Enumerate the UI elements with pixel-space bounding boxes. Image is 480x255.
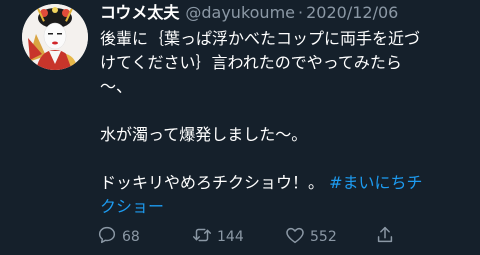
like-count: 552	[310, 229, 337, 245]
tweet-header: コウメ太夫 @dayukoume · 2020/12/06	[100, 2, 398, 24]
retweet-button[interactable]: 144	[191, 225, 244, 249]
share-button[interactable]	[374, 225, 396, 249]
tweet-actions: 68 144 552	[96, 225, 406, 249]
share-icon	[374, 224, 396, 250]
tweet-text: ドッキリやめろチクショウ！。	[100, 173, 325, 192]
tweet[interactable]: コウメ太夫 @dayukoume · 2020/12/06 後輩に｛葉っぱ浮かべたコッ…	[0, 0, 480, 255]
avatar-image	[22, 4, 88, 70]
tweet-line: けてください｝言われたのでやってみたら	[100, 53, 402, 72]
retweet-count: 144	[217, 229, 244, 245]
hashtag-link[interactable]: #まいにちチ	[329, 173, 422, 192]
retweet-icon	[191, 224, 213, 250]
tweet-line: 後輩に｛葉っぱ浮かべたコップに両手を近づ	[100, 29, 421, 48]
heart-icon	[284, 224, 306, 250]
reply-button[interactable]: 68	[96, 225, 140, 249]
reply-count: 68	[122, 229, 140, 245]
separator-dot: ·	[298, 3, 304, 22]
tweet-body: 後輩に｛葉っぱ浮かべたコップに両手を近づ けてください｝言われたのでやってみたら…	[100, 27, 465, 219]
tweet-line: 水が濁って爆発しました〜。	[100, 125, 308, 144]
like-button[interactable]: 552	[284, 225, 337, 249]
tweet-date[interactable]: 2020/12/06	[306, 3, 398, 22]
display-name[interactable]: コウメ太夫	[100, 3, 179, 22]
tweet-line: クショー	[100, 195, 465, 219]
tweet-line: 〜、	[100, 77, 133, 96]
tweet-line: ドッキリやめろチクショウ！。 #まいにちチ	[100, 171, 465, 195]
reply-icon	[96, 224, 118, 250]
user-handle[interactable]: @dayukoume	[185, 3, 295, 22]
hashtag-link-continued[interactable]: クショー	[100, 197, 164, 216]
avatar[interactable]	[22, 4, 88, 70]
